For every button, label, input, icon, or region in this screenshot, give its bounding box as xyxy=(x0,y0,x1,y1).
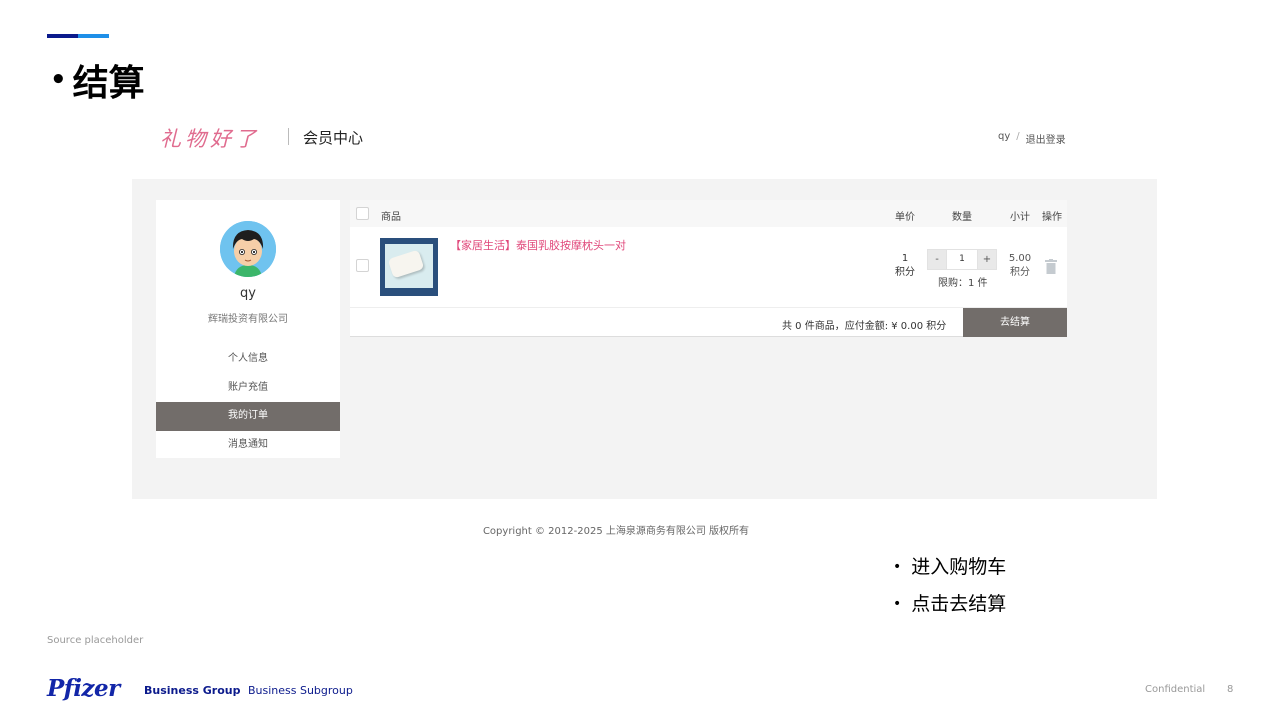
sidebar-company: 辉瑞投资有限公司 xyxy=(208,314,288,325)
unit-price-value: 1 xyxy=(901,253,909,264)
menu-item-profile[interactable]: 个人信息 xyxy=(156,345,340,374)
instruction-item: • 点击去结算 xyxy=(893,590,1006,627)
source-note: Source placeholder xyxy=(47,635,144,646)
business-subgroup: Business Subgroup xyxy=(247,684,353,697)
column-product: 商品 xyxy=(381,212,401,223)
username-link[interactable]: qy xyxy=(998,131,1010,146)
header-divider xyxy=(288,128,289,145)
logout-link[interactable]: 退出登录 xyxy=(1026,131,1066,146)
sidebar-username: qy xyxy=(240,286,256,301)
business-group-label: Business Group Business Subgroup xyxy=(144,684,353,697)
pfizer-logo: Pfizer xyxy=(47,675,120,702)
member-center-title: 会员中心 xyxy=(303,129,364,147)
sidebar-menu: 个人信息 账户充值 我的订单 消息通知 xyxy=(156,345,340,459)
member-sidebar: qy 辉瑞投资有限公司 个人信息 账户充值 我的订单 消息通知 xyxy=(156,200,340,458)
slide-title-text: 结算 xyxy=(72,63,145,104)
shopping-cart: 商品 单价 数量 小计 操作 【家居生活】泰国乳胶按摩枕头一对 1 积分 - 1… xyxy=(350,200,1067,337)
accent-bar-light xyxy=(78,34,109,38)
avatar[interactable] xyxy=(220,221,276,277)
slide-title: • 结算 xyxy=(50,54,145,106)
cart-summary: 共 0 件商品，应付金额: ¥ 0.00 积分 xyxy=(782,321,947,332)
column-action: 操作 xyxy=(1042,212,1062,223)
business-group: Business Group xyxy=(144,684,241,697)
select-all-checkbox[interactable] xyxy=(356,207,369,220)
instruction-text: 点击去结算 xyxy=(911,593,1007,615)
quantity-decrease-button[interactable]: - xyxy=(928,250,946,269)
item-checkbox[interactable] xyxy=(356,259,369,272)
menu-item-orders[interactable]: 我的订单 xyxy=(156,402,340,431)
quantity-input[interactable]: 1 xyxy=(946,250,978,269)
item-subtotal: 5.00 积分 xyxy=(1005,252,1035,280)
user-links: qy / 退出登录 xyxy=(998,131,1066,146)
column-subtotal: 小计 xyxy=(1010,212,1030,223)
column-unit-price: 单价 xyxy=(895,212,915,223)
product-name-link[interactable]: 【家居生活】泰国乳胶按摩枕头一对 xyxy=(450,237,626,253)
link-separator: / xyxy=(1016,131,1020,142)
avatar-illustration xyxy=(220,221,276,277)
quantity-increase-button[interactable]: + xyxy=(978,250,996,269)
cart-footer: 共 0 件商品，应付金额: ¥ 0.00 积分 去结算 xyxy=(350,307,1067,337)
accent-bar-dark xyxy=(47,34,78,38)
page-number: 8 xyxy=(1227,684,1234,695)
menu-item-notifications[interactable]: 消息通知 xyxy=(156,431,340,460)
instruction-list: • 进入购物车 • 点击去结算 xyxy=(893,553,1006,627)
title-bullet: • xyxy=(50,65,67,95)
trash-icon[interactable] xyxy=(1045,259,1057,274)
product-thumbnail[interactable] xyxy=(380,238,438,296)
purchase-limit: 限购：1 件 xyxy=(938,278,988,289)
cart-item-row: 【家居生活】泰国乳胶按摩枕头一对 1 积分 - 1 + 限购：1 件 5.00 … xyxy=(350,227,1067,307)
bullet-dot: • xyxy=(893,559,902,575)
bullet-dot: • xyxy=(893,596,902,612)
instruction-item: • 进入购物车 xyxy=(893,553,1006,590)
site-logo[interactable]: 礼物好了 xyxy=(160,123,260,153)
unit-price-unit: 积分 xyxy=(895,267,915,278)
site-copyright: Copyright © 2012-2025 上海泉源商务有限公司 版权所有 xyxy=(482,526,750,537)
cart-header: 商品 单价 数量 小计 操作 xyxy=(350,200,1067,227)
menu-item-recharge[interactable]: 账户充值 xyxy=(156,374,340,403)
subtotal-value: 5.00 xyxy=(1008,253,1032,264)
title-accent-bar xyxy=(47,34,109,38)
confidential-label: Confidential xyxy=(1145,684,1206,695)
column-quantity: 数量 xyxy=(952,212,972,223)
subtotal-unit: 积分 xyxy=(1010,267,1030,278)
quantity-stepper: - 1 + xyxy=(927,249,997,270)
unit-price: 1 积分 xyxy=(890,252,920,280)
instruction-text: 进入购物车 xyxy=(911,556,1007,578)
checkout-button[interactable]: 去结算 xyxy=(963,308,1067,337)
